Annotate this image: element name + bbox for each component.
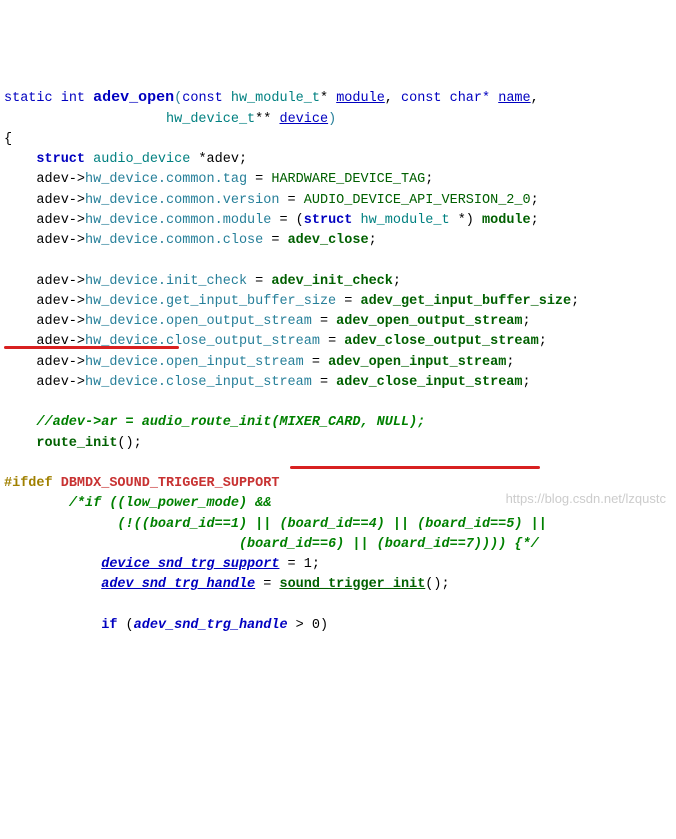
kw-int: int — [61, 91, 93, 106]
macro-hdt: HARDWARE_DEVICE_TAG — [271, 172, 425, 187]
fn-closeout: adev_close_output_stream — [344, 334, 538, 349]
fn-init-check: adev_init_check — [271, 274, 393, 289]
type-hwmodule: hw_module_t — [231, 91, 320, 106]
kw-struct: struct — [36, 152, 93, 167]
param-name: name — [498, 91, 530, 106]
param-device: device — [279, 112, 328, 127]
kw-static: static — [4, 91, 61, 106]
type-hwdevice: hw_device_t — [166, 112, 255, 127]
fn-sound-trigger-init: sound_trigger_init — [279, 577, 425, 592]
func-name: adev_open — [93, 89, 174, 106]
red-underline-1 — [4, 346, 179, 349]
preproc-ifdef: #ifdef — [4, 476, 61, 491]
fn-openin: adev_open_input_stream — [328, 355, 506, 370]
code-block: static int adev_open(const hw_module_t* … — [4, 87, 672, 636]
comment-block3: (board_id==6) || (board_id==7)))) {*/ — [239, 537, 539, 552]
param-module: module — [336, 91, 385, 106]
fn-route-init: route_init — [36, 436, 117, 451]
var-trg-handle: adev_snd_trg_handle — [101, 577, 255, 592]
fn-getbuf: adev_get_input_buffer_size — [360, 294, 571, 309]
kw-const1: const — [182, 91, 231, 106]
watermark: https://blog.csdn.net/lzqustc — [506, 489, 666, 509]
fn-closein: adev_close_input_stream — [336, 375, 522, 390]
comment-block2: (!((board_id==1) || (board_id==4) || (bo… — [117, 517, 546, 532]
red-underline-2 — [290, 466, 540, 469]
comment-line: //adev->ar = audio_route_init(MIXER_CARD… — [36, 415, 425, 430]
brace-open: { — [4, 132, 12, 147]
define-symbol: DBMDX_SOUND_TRIGGER_SUPPORT — [61, 476, 280, 491]
var-trg-handle2: adev_snd_trg_handle — [134, 618, 288, 633]
kw-const2: const char* — [401, 91, 498, 106]
var-device-support: device_snd_trg_support — [101, 557, 279, 572]
fn-openout: adev_open_output_stream — [336, 314, 522, 329]
ref-module: module — [482, 213, 531, 228]
fn-adev-close: adev_close — [288, 233, 369, 248]
macro-apiver: AUDIO_DEVICE_API_VERSION_2_0 — [304, 193, 531, 208]
type-audiodevice: audio_device — [93, 152, 190, 167]
kw-if: if — [101, 618, 125, 633]
comment-block1: /*if ((low_power_mode) && — [69, 496, 272, 511]
